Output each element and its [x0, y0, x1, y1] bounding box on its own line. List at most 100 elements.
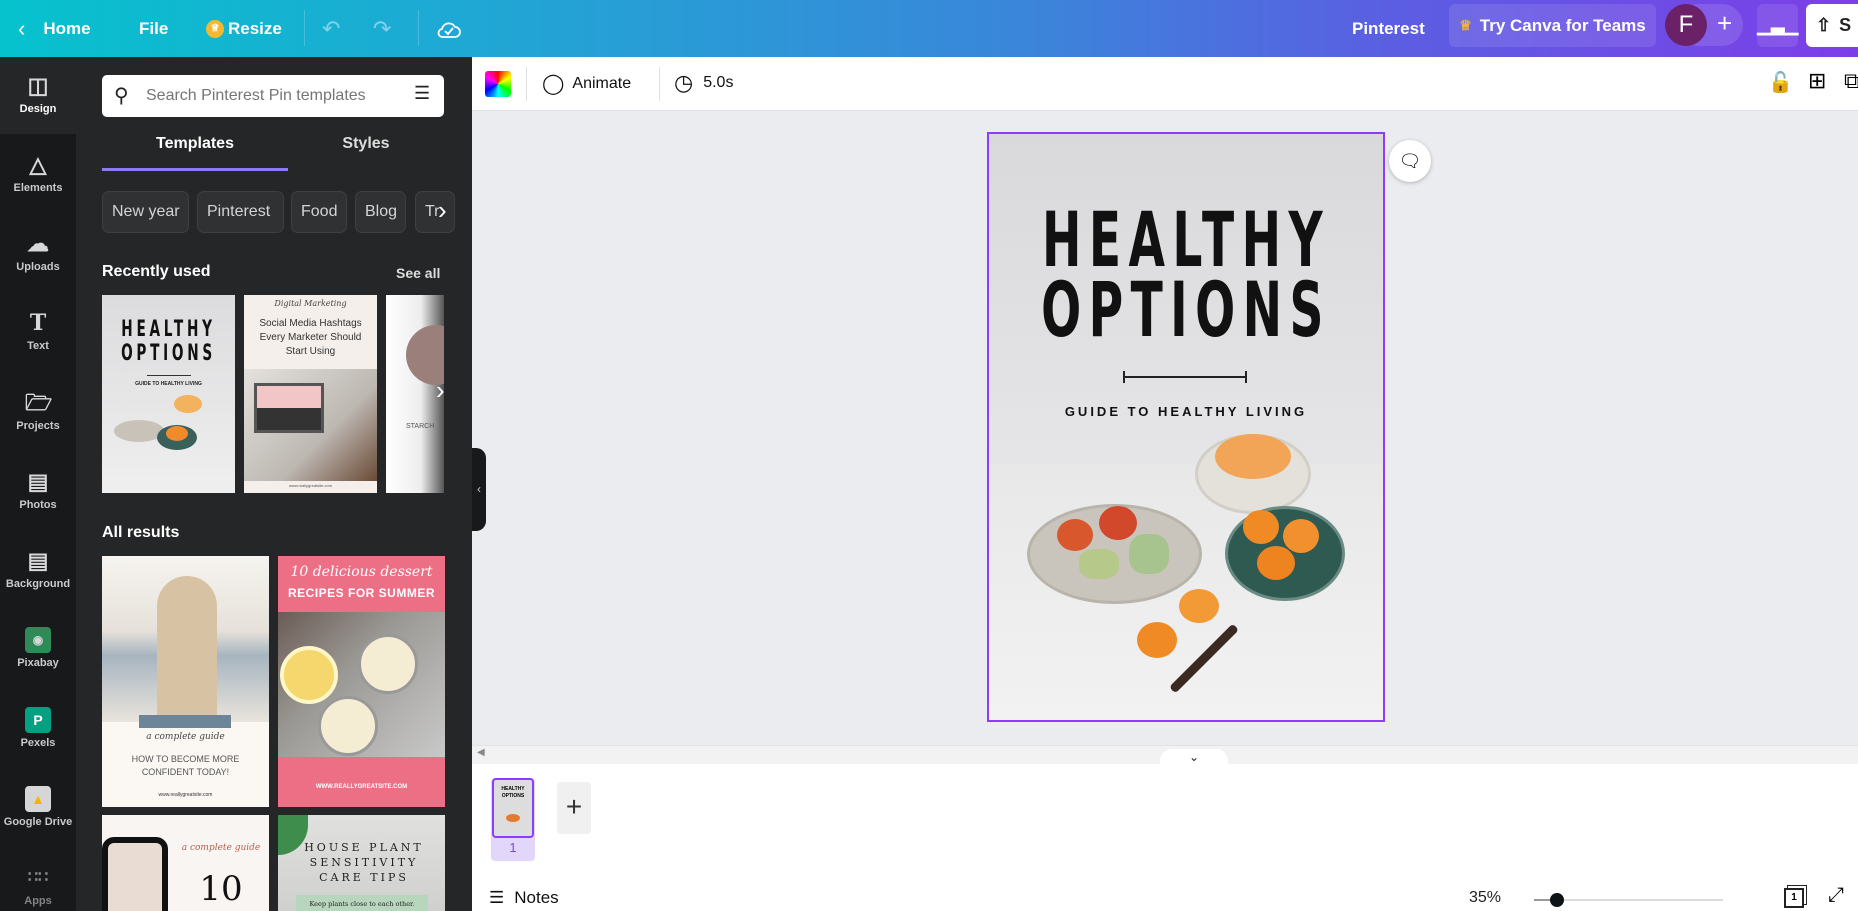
rail-item-design[interactable]: ◫ Design: [0, 57, 76, 134]
photo-icon: ▤: [27, 469, 49, 494]
teams-label: Try Canva for Teams: [1479, 15, 1646, 35]
zoom-slider-knob[interactable]: [1549, 893, 1564, 907]
thumb-subtext: Keep plants close to each other.: [296, 895, 428, 911]
folder-icon: 🗁: [25, 390, 53, 415]
elements-icon: △: [29, 152, 47, 177]
apps-icon: ∷∷: [27, 869, 49, 886]
rail-item-pexels[interactable]: P Pexels: [0, 707, 76, 749]
collapse-panel-handle[interactable]: ‹: [472, 448, 486, 531]
template-house-plant[interactable]: HOUSE PLANT SENSITIVITY CARE TIPS Keep p…: [278, 815, 445, 911]
scroll-left-icon[interactable]: ◀: [477, 747, 485, 758]
file-menu[interactable]: File: [139, 0, 168, 57]
pages-bar: HEALTHY OPTIONS 1 + ☰ Notes 35% 1 ⤢: [472, 764, 1858, 911]
rail-item-pixabay[interactable]: ◉ Pixabay: [0, 627, 76, 669]
zoom-level[interactable]: 35%: [1469, 889, 1501, 907]
chip-pinterest[interactable]: Pinterest: [197, 191, 284, 233]
chip-blog[interactable]: Blog: [355, 191, 406, 233]
thumb-script: Digital Marketing: [274, 299, 347, 308]
filter-icon[interactable]: ☰: [414, 83, 430, 104]
add-page-button[interactable]: +: [557, 782, 591, 834]
all-results-heading: All results: [102, 524, 180, 541]
notes-label: Notes: [514, 888, 559, 907]
plus-icon: +: [1717, 8, 1733, 38]
notes-button[interactable]: ☰ Notes: [489, 888, 559, 908]
thumb-title: OPTIONS: [121, 341, 216, 366]
color-picker-button[interactable]: [485, 71, 511, 97]
rail-item-photos[interactable]: ▤ Photos: [0, 469, 76, 511]
recent-template-healthy[interactable]: HEALTHY OPTIONS GUIDE TO HEALTHY LIVING: [102, 295, 235, 493]
undo-icon[interactable]: ↶: [322, 0, 340, 57]
resize-button[interactable]: ♕ Resize: [206, 0, 282, 57]
canvas-toolbar: ◯ Animate ◷ 5.0s 🔓 ⊞ ⧉: [472, 57, 1858, 111]
pixabay-icon: ◉: [25, 627, 51, 653]
rail-label: Uploads: [16, 261, 60, 273]
top-bar: ‹ Home File ♕ Resize ↶ ↷ Pinterest ♕ Try Ca…: [0, 0, 1858, 57]
thumb-url: www.reallygreatsite.com: [158, 792, 213, 798]
active-tab-indicator: [102, 168, 288, 171]
avatar[interactable]: F: [1665, 4, 1707, 46]
duration-button[interactable]: ◷ 5.0s: [674, 70, 733, 96]
search-input[interactable]: ⚲ ☰: [102, 75, 444, 117]
rail-item-google-drive[interactable]: ▲ Google Drive: [0, 786, 76, 828]
template-complete-guide[interactable]: a complete guide 10: [102, 815, 269, 911]
rail-label: Design: [19, 103, 57, 115]
add-page-icon[interactable]: ⊞: [1808, 68, 1826, 94]
rail-label: Apps: [24, 895, 52, 907]
share-label: S: [1839, 15, 1852, 35]
cloud-saved-icon[interactable]: [436, 0, 462, 57]
redo-icon[interactable]: ↷: [373, 0, 391, 57]
thumb-text: STARCH: [406, 423, 435, 430]
page-number: 1: [509, 840, 517, 855]
upload-cloud-icon: ☁: [27, 231, 49, 256]
page-count-button[interactable]: 1: [1784, 888, 1804, 908]
text-icon: T: [29, 310, 47, 336]
rail-label: Photos: [19, 499, 57, 511]
thumb-text: RECIPES FOR SUMMER: [287, 586, 435, 600]
chevron-right-icon[interactable]: ›: [436, 375, 445, 406]
rail-label: Pexels: [20, 737, 56, 749]
search-icon: ⚲: [114, 85, 129, 107]
thumb-script: 10 delicious dessert: [290, 564, 433, 580]
try-teams-button[interactable]: ♕ Try Canva for Teams: [1449, 4, 1656, 47]
rail-item-background[interactable]: ▤ Background: [0, 548, 76, 590]
rail-item-text[interactable]: T Text: [0, 310, 76, 352]
lock-icon[interactable]: 🔓: [1768, 70, 1793, 95]
thumb-text: Social Media Hashtags Every Marketer Sho…: [259, 318, 362, 357]
thumb-text: HOUSE PLANT SENSITIVITY CARE TIPS: [304, 841, 424, 884]
templates-panel: ⚲ ☰ Templates Styles New year Pinterest …: [76, 57, 472, 911]
zoom-slider[interactable]: [1534, 893, 1723, 907]
design-name[interactable]: Pinterest: [1352, 0, 1425, 57]
tab-styles[interactable]: Styles: [288, 135, 444, 153]
rail-label: Projects: [16, 420, 60, 432]
rail-item-elements[interactable]: △ Elements: [0, 152, 76, 194]
rail-item-apps[interactable]: ∷∷ Apps: [0, 865, 76, 907]
search-field[interactable]: [146, 83, 396, 109]
animate-button[interactable]: ◯ Animate: [542, 71, 631, 96]
template-dessert[interactable]: 10 delicious dessert RECIPES FOR SUMMER …: [278, 556, 445, 807]
share-button[interactable]: ⇧ S: [1806, 4, 1858, 47]
home-button[interactable]: ‹ Home: [18, 0, 91, 57]
add-comment-icon[interactable]: 🗨: [1389, 140, 1431, 182]
rail-label: Text: [27, 340, 49, 352]
chip-more[interactable]: Tr: [415, 191, 455, 233]
side-rail: ◫ Design △ Elements ☁ Uploads T Text 🗁 Projec…: [0, 57, 76, 911]
rail-label: Google Drive: [3, 816, 73, 828]
rail-item-projects[interactable]: 🗁 Projects: [0, 390, 76, 432]
rail-item-uploads[interactable]: ☁ Uploads: [0, 231, 76, 273]
duplicate-page-icon[interactable]: ⧉: [1844, 68, 1858, 94]
thumb-subtitle: GUIDE TO HEALTHY LIVING: [135, 381, 202, 387]
chip-new-year[interactable]: New year: [102, 191, 189, 233]
pexels-icon: P: [25, 707, 51, 733]
insights-icon[interactable]: ▁▃▁: [1757, 4, 1799, 47]
chip-food[interactable]: Food: [291, 191, 347, 233]
rail-label: Background: [5, 578, 71, 590]
thumb-text: HOW TO BECOME MORE CONFIDENT TODAY!: [131, 754, 240, 777]
tab-templates[interactable]: Templates: [102, 135, 288, 153]
fullscreen-icon[interactable]: ⤢: [1828, 884, 1844, 907]
recent-template-social-media[interactable]: Digital Marketing Social Media Hashtags …: [244, 295, 377, 493]
clock-icon: ◷: [674, 70, 694, 95]
see-all-link[interactable]: See all: [396, 265, 440, 281]
page-thumbnail[interactable]: HEALTHY OPTIONS 1: [491, 778, 535, 861]
template-confident[interactable]: a complete guide HOW TO BECOME MORE CONF…: [102, 556, 269, 807]
chevron-right-icon[interactable]: ›: [438, 195, 447, 226]
